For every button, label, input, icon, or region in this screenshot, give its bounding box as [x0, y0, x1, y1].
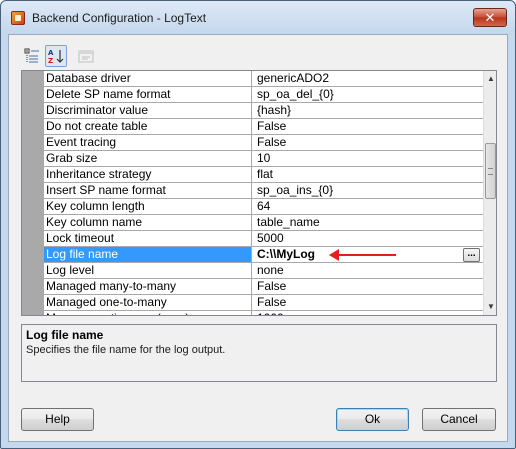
description-title: Log file name	[26, 328, 104, 342]
property-value[interactable]: sp_oa_ins_{0}	[253, 183, 483, 198]
property-value[interactable]: {hash}	[253, 103, 483, 118]
property-value[interactable]: flat	[253, 167, 483, 182]
annotation-arrow-icon	[329, 249, 396, 261]
property-value[interactable]: False	[253, 279, 483, 294]
property-value-text: flat	[257, 167, 274, 181]
close-icon: ✕	[484, 10, 496, 25]
property-value[interactable]: table_name	[253, 215, 483, 230]
property-value[interactable]: genericADO2	[253, 71, 483, 86]
property-value-text: 10	[257, 151, 271, 165]
property-value[interactable]: 1000	[253, 311, 483, 315]
property-row[interactable]: Key column length 64	[44, 199, 483, 215]
property-name: Inheritance strategy	[44, 167, 252, 182]
property-row[interactable]: Managed many-to-many False	[44, 279, 483, 295]
svg-text:Z: Z	[48, 57, 53, 64]
dialog-client-area: A Z Database driver genericADO2 Delete SP …	[8, 34, 508, 442]
property-value-text: sp_oa_ins_{0}	[257, 183, 334, 197]
property-row[interactable]: Log file name C:\\MyLog...	[44, 247, 483, 263]
property-name: Database driver	[44, 71, 252, 86]
property-row[interactable]: Insert SP name format sp_oa_ins_{0}	[44, 183, 483, 199]
description-text: Specifies the file name for the log outp…	[26, 344, 226, 356]
property-value[interactable]: 5000	[253, 231, 483, 246]
property-value[interactable]: False	[253, 295, 483, 310]
property-value-text: none	[257, 263, 284, 277]
help-button[interactable]: Help	[21, 408, 94, 431]
property-row[interactable]: Log level none	[44, 263, 483, 279]
scroll-thumb[interactable]	[485, 143, 496, 199]
property-pages-icon	[78, 50, 94, 63]
property-value[interactable]: sp_oa_del_{0}	[253, 87, 483, 102]
property-name: Max connection age (secs)	[44, 311, 252, 315]
property-name: Event tracing	[44, 135, 252, 150]
property-row[interactable]: Event tracing False	[44, 135, 483, 151]
description-panel: Log file name Specifies the file name fo…	[21, 324, 497, 382]
property-row[interactable]: Lock timeout 5000	[44, 231, 483, 247]
property-value-text: 1000	[257, 311, 284, 315]
property-value-text: 64	[257, 199, 271, 213]
window-title: Backend Configuration - LogText	[32, 11, 207, 25]
property-grid[interactable]: Database driver genericADO2 Delete SP name…	[21, 70, 497, 316]
property-value[interactable]: False	[253, 135, 483, 150]
scroll-down-icon: ▼	[487, 302, 495, 311]
property-row[interactable]: Do not create table False	[44, 119, 483, 135]
property-name: Managed many-to-many	[44, 279, 252, 294]
property-value-text: C:\\MyLog	[257, 247, 315, 261]
property-value-text: sp_oa_del_{0}	[257, 87, 334, 101]
property-value-text: False	[257, 295, 287, 309]
title-bar[interactable]: Backend Configuration - LogText ✕	[1, 1, 515, 34]
app-icon	[11, 11, 25, 25]
property-pages-button[interactable]	[75, 45, 97, 67]
property-row[interactable]: Delete SP name format sp_oa_del_{0}	[44, 87, 483, 103]
property-name: Log level	[44, 263, 252, 278]
browse-ellipsis-button[interactable]: ...	[463, 248, 480, 262]
scroll-up-icon: ▲	[487, 74, 495, 83]
property-value-text: 5000	[257, 231, 284, 245]
cancel-button[interactable]: Cancel	[422, 408, 496, 431]
property-name: Do not create table	[44, 119, 252, 134]
property-value-text: genericADO2	[257, 71, 330, 85]
property-value-text: False	[257, 119, 287, 133]
property-rows: Database driver genericADO2 Delete SP name…	[44, 71, 483, 315]
property-name: Key column length	[44, 199, 252, 214]
close-button[interactable]: ✕	[473, 8, 507, 27]
property-name: Managed one-to-many	[44, 295, 252, 310]
scroll-down-button[interactable]: ▼	[484, 299, 496, 315]
property-value-text: {hash}	[257, 103, 292, 117]
property-name: Log file name	[44, 247, 252, 262]
property-value-text: False	[257, 135, 287, 149]
property-value[interactable]: C:\\MyLog...	[253, 247, 483, 262]
ok-button[interactable]: Ok	[336, 408, 409, 431]
categorized-icon	[24, 48, 39, 63]
dialog-window: Backend Configuration - LogText ✕ A Z Da…	[0, 0, 516, 449]
property-value-text: table_name	[257, 215, 320, 229]
property-value[interactable]: 10	[253, 151, 483, 166]
property-name: Discriminator value	[44, 103, 252, 118]
property-row[interactable]: Max connection age (secs) 1000	[44, 311, 483, 315]
svg-text:A: A	[48, 49, 54, 57]
alphabetical-sort-icon: A Z	[48, 49, 64, 64]
alphabetical-sort-button[interactable]: A Z	[45, 45, 67, 67]
property-row[interactable]: Inheritance strategy flat	[44, 167, 483, 183]
property-row[interactable]: Key column name table_name	[44, 215, 483, 231]
property-row[interactable]: Managed one-to-many False	[44, 295, 483, 311]
property-row[interactable]: Discriminator value {hash}	[44, 103, 483, 119]
property-value-text: False	[257, 279, 287, 293]
property-value[interactable]: 64	[253, 199, 483, 214]
property-name: Lock timeout	[44, 231, 252, 246]
vertical-scrollbar[interactable]: ▲ ▼	[483, 71, 496, 315]
property-row[interactable]: Database driver genericADO2	[44, 71, 483, 87]
categorized-button[interactable]	[21, 45, 43, 67]
scroll-up-button[interactable]: ▲	[484, 71, 496, 87]
property-name: Insert SP name format	[44, 183, 252, 198]
property-name: Delete SP name format	[44, 87, 252, 102]
property-value[interactable]: none	[253, 263, 483, 278]
property-value[interactable]: False	[253, 119, 483, 134]
grid-gutter	[22, 71, 44, 315]
property-name: Grab size	[44, 151, 252, 166]
property-name: Key column name	[44, 215, 252, 230]
property-row[interactable]: Grab size 10	[44, 151, 483, 167]
